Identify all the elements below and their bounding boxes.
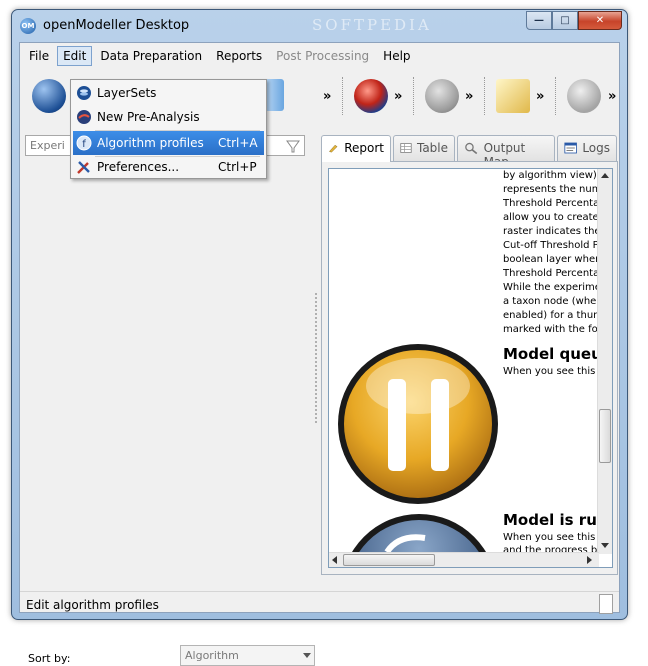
database-icon: [77, 86, 91, 100]
sort-by-value: Algorithm: [185, 649, 239, 662]
report-line: marked with the follo: [503, 324, 603, 335]
report-line: enabled) for a thumb: [503, 310, 603, 321]
model-run-toolbar-icon[interactable]: [354, 79, 388, 113]
menu-item-label: New Pre-Analysis: [97, 110, 200, 124]
tab-table-label: Table: [416, 141, 448, 155]
report-horizontal-scrollbar[interactable]: [329, 552, 599, 567]
logs-icon: [564, 142, 577, 154]
watermark: SOFTPEDIA: [312, 16, 432, 34]
tab-logs[interactable]: Logs: [557, 135, 617, 161]
model-queued-heading: Model queu: [503, 345, 602, 363]
panel-splitter[interactable]: [315, 293, 319, 423]
menu-item-new-pre-analysis[interactable]: New Pre-Analysis: [73, 105, 264, 129]
toolbar-more-1[interactable]: »: [323, 89, 331, 104]
report-line: Threshold Percentag: [503, 198, 603, 209]
report-paragraph: by algorithm view) w represents the numb…: [503, 169, 603, 337]
menu-item-layersets[interactable]: LayerSets: [73, 81, 264, 105]
report-line: a taxon node (when: [503, 296, 603, 307]
toolbar-separator: [555, 77, 556, 115]
horizontal-scroll-thumb[interactable]: [343, 554, 435, 566]
report-frame: by algorithm view) w represents the numb…: [321, 161, 618, 575]
maximize-button[interactable]: □: [552, 11, 578, 30]
chevron-down-icon: [303, 653, 311, 658]
status-progress-box: [599, 594, 613, 614]
report-pencil-icon: [328, 144, 338, 153]
pre-analysis-icon: [77, 110, 91, 124]
report-line: Threshold Percentag: [503, 268, 603, 279]
view-tabs: Report Table Output Map Logs: [321, 135, 621, 169]
report-toolbar-icon[interactable]: [496, 79, 530, 113]
tab-table[interactable]: Table: [393, 135, 455, 161]
model-running-text-1: When you see this ic: [503, 532, 603, 543]
toolbar-more-3[interactable]: »: [465, 89, 473, 104]
sort-by-label: Sort by:: [28, 652, 71, 665]
toolbar-separator: [484, 77, 485, 115]
experiment-panel: Experi Sort by: Algorithm: [23, 127, 315, 666]
sort-by-select[interactable]: Algorithm: [180, 645, 315, 666]
menu-data-preparation[interactable]: Data Preparation: [94, 46, 208, 66]
menu-edit[interactable]: Edit: [57, 46, 93, 66]
layersets-toolbar-icon[interactable]: [32, 79, 66, 113]
menu-item-algorithm-profiles[interactable]: f Algorithm profiles Ctrl+A: [73, 131, 264, 155]
report-view[interactable]: by algorithm view) w represents the numb…: [328, 168, 613, 568]
close-button[interactable]: ✕: [578, 11, 622, 30]
model-queued-text: When you see this ic: [503, 366, 603, 377]
window-title: openModeller Desktop: [43, 18, 190, 33]
caption-buttons: — □ ✕: [526, 11, 622, 30]
client-area: File Edit Data Preparation Reports Post …: [19, 42, 621, 666]
tab-report-label: Report: [344, 141, 384, 155]
toolbar-separator: [413, 77, 414, 115]
report-line: represents the numb: [503, 184, 603, 195]
menu-item-label: Algorithm profiles: [97, 136, 204, 150]
scroll-left-icon[interactable]: [332, 556, 337, 564]
camera-toolbar-icon[interactable]: [567, 79, 601, 113]
status-bar: Edit algorithm profiles: [20, 591, 619, 614]
menu-bar: File Edit Data Preparation Reports Post …: [20, 43, 619, 69]
menu-file[interactable]: File: [23, 46, 55, 66]
algorithm-icon: f: [76, 135, 92, 151]
edit-menu-dropdown: LayerSets New Pre-Analysis f Algorithm p…: [70, 79, 267, 179]
tab-logs-label: Logs: [582, 141, 610, 155]
report-line: by algorithm view) w: [503, 170, 603, 181]
report-vertical-scrollbar[interactable]: [597, 169, 612, 554]
menu-item-preferences[interactable]: Preferences... Ctrl+P: [73, 155, 264, 179]
minimize-button[interactable]: —: [526, 11, 552, 30]
preferences-tools-icon: [77, 161, 90, 174]
report-line: While the experimen: [503, 282, 603, 293]
running-icon: [350, 514, 488, 554]
filter-funnel-icon[interactable]: [286, 139, 300, 153]
scroll-right-icon[interactable]: [587, 556, 592, 564]
toolbar-separator: [342, 77, 343, 115]
menu-item-shortcut: Ctrl+A: [218, 136, 258, 150]
report-line: boolean layer where: [503, 254, 603, 265]
toolbar-more-4[interactable]: »: [536, 89, 544, 104]
toolbar-more-2[interactable]: »: [394, 89, 402, 104]
report-line: raster indicates the: [503, 226, 601, 237]
tab-report[interactable]: Report: [321, 135, 391, 162]
menu-post-processing[interactable]: Post Processing: [270, 46, 375, 66]
menu-reports[interactable]: Reports: [210, 46, 268, 66]
menu-help[interactable]: Help: [377, 46, 416, 66]
vertical-scroll-thumb[interactable]: [599, 409, 611, 463]
app-logo-icon: OM: [20, 18, 36, 34]
scroll-down-icon[interactable]: [601, 543, 609, 548]
menu-item-label: Preferences...: [97, 160, 180, 174]
tab-output-map[interactable]: Output Map: [457, 135, 555, 169]
table-icon: [400, 143, 412, 153]
menu-item-label: LayerSets: [97, 86, 157, 100]
report-line: Cut-off Threshold Pe: [503, 240, 603, 251]
scroll-up-icon[interactable]: [601, 173, 609, 178]
title-bar[interactable]: OM openModeller Desktop SOFTPEDIA — □ ✕: [12, 10, 627, 40]
app-window: OM openModeller Desktop SOFTPEDIA — □ ✕ …: [11, 9, 628, 666]
status-text: Edit algorithm profiles: [26, 598, 159, 612]
tab-output-map-label: Output Map: [483, 141, 526, 169]
model-running-heading: Model is ru: [503, 511, 597, 529]
menu-item-shortcut: Ctrl+P: [218, 160, 257, 174]
cluster-toolbar-icon[interactable]: [425, 79, 459, 113]
pause-icon: [338, 344, 498, 504]
svg-text:f: f: [82, 139, 86, 150]
report-line: allow you to create a: [503, 212, 603, 223]
toolbar-more-5[interactable]: »: [608, 89, 616, 104]
magnifier-icon: [465, 142, 478, 155]
